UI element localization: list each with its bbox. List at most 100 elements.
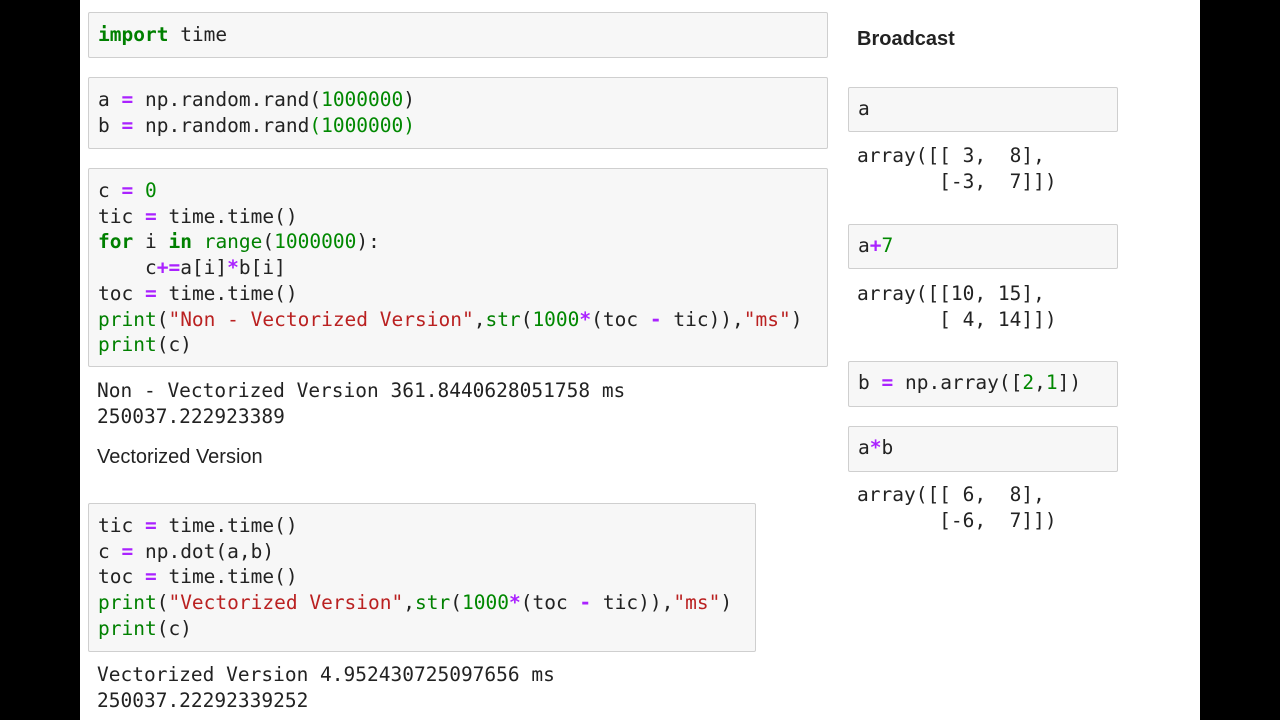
code-token: (1000000)	[309, 113, 416, 137]
code-token: for	[98, 230, 134, 254]
code-token: c	[98, 256, 157, 280]
code: import time	[98, 22, 818, 48]
code-token: print	[98, 591, 157, 615]
code-token: "ms"	[743, 307, 791, 331]
code-token: )	[403, 88, 416, 111]
code-token: 1000000	[321, 88, 404, 111]
code-token: 7	[881, 234, 894, 257]
code-token: tic	[98, 204, 145, 228]
code-token: c	[98, 179, 122, 202]
output-a-plus-7: array([[10, 15], [ 4, 14]])	[857, 282, 1057, 331]
code-line: c = 0	[98, 178, 818, 204]
code-token: c	[98, 539, 122, 563]
code-token: (c)	[156, 616, 192, 640]
code-token: "Vectorized Version"	[168, 591, 404, 615]
code-line: tic = time.time()	[98, 204, 818, 230]
code-cell-a[interactable]: a	[848, 87, 1118, 132]
code-line: c+=a[i]*b[i]	[98, 255, 818, 281]
code-token: *	[227, 256, 239, 280]
code-token: tic)),	[661, 307, 744, 331]
notebook-page: import time a = np.random.rand(1000000) b…	[80, 0, 1200, 720]
code-line: a+7	[858, 233, 1108, 259]
code-token: b[i]	[238, 256, 286, 280]
code-token: b	[881, 436, 894, 459]
code-token: print	[98, 307, 157, 331]
code-token: *	[508, 591, 521, 615]
code-cell-loop[interactable]: c = 0 tic = time.time() for i in range(100…	[88, 168, 828, 367]
code-line: import time	[98, 22, 818, 48]
code-line: print("Non - Vectorized Version",str(100…	[98, 307, 818, 333]
code-line: a	[858, 96, 1108, 122]
code-token: =	[144, 204, 157, 228]
code-token: (	[450, 591, 462, 615]
code-token: ):	[356, 230, 380, 254]
code-token: (	[156, 307, 169, 331]
code-token: -	[649, 307, 662, 331]
code-token: (toc	[520, 591, 580, 615]
code: a = np.random.rand(1000000) b = np.random…	[98, 87, 818, 138]
code-token: print	[98, 616, 157, 640]
code-cell-a-times-b[interactable]: a*b	[848, 426, 1118, 472]
code-token: time.time()	[156, 204, 298, 228]
code-line: for i in range(1000000):	[98, 229, 818, 255]
code-token: np.dot(a,b)	[133, 539, 275, 563]
code-token: ,	[1034, 371, 1046, 394]
code-line: c = np.dot(a,b)	[98, 539, 746, 565]
code-line: b = np.random.rand(1000000)	[98, 113, 818, 139]
code-token: =	[881, 371, 894, 394]
code-line: print("Vectorized Version",str(1000*(toc…	[98, 590, 746, 616]
code-token: =	[121, 539, 134, 563]
code: b = np.array([2,1])	[858, 370, 1108, 396]
code-line: a = np.random.rand(1000000)	[98, 87, 818, 113]
code-token: ,	[473, 307, 486, 331]
code-token: a	[98, 88, 122, 111]
code-token: tic)),	[591, 591, 674, 615]
code-token: a	[858, 97, 870, 120]
code-token: toc	[98, 565, 145, 589]
code-token: ])	[1057, 371, 1082, 394]
code-token: )	[720, 591, 733, 615]
code-token: 2	[1022, 371, 1035, 394]
code-token: *	[869, 436, 882, 459]
code: a	[858, 96, 1108, 122]
code-token: 1000	[532, 307, 580, 331]
code: a+7	[858, 233, 1108, 259]
code-token: time.time()	[156, 281, 298, 305]
code-cell-import[interactable]: import time	[88, 12, 828, 58]
code-line: b = np.array([2,1])	[858, 370, 1108, 396]
code-token: import	[98, 23, 169, 46]
code-token: range	[203, 230, 263, 254]
code-token: print	[98, 333, 157, 357]
code-token: time	[168, 23, 228, 46]
code-token: np.random.rand(	[133, 88, 322, 111]
code-cell-random[interactable]: a = np.random.rand(1000000) b = np.random…	[88, 77, 828, 149]
code-token: (c)	[156, 333, 192, 357]
output-a-times-b: array([[ 6, 8], [-6, 7]])	[857, 483, 1057, 532]
code-token: (	[520, 307, 533, 331]
code-token: a[i]	[180, 256, 228, 280]
code-token: str	[415, 591, 451, 615]
code-cell-dot[interactable]: tic = time.time() c = np.dot(a,b) toc = ti…	[88, 503, 756, 652]
output-a: array([[ 3, 8], [-3, 7]])	[857, 144, 1057, 193]
code-token: "Non - Vectorized Version"	[168, 307, 474, 331]
code-cell-a-plus-7[interactable]: a+7	[848, 224, 1118, 269]
code-cell-b[interactable]: b = np.array([2,1])	[848, 361, 1118, 407]
code-line: print(c)	[98, 332, 818, 358]
code-token: time.time()	[156, 514, 298, 537]
code-token: 1000000	[274, 230, 357, 254]
code-token: i	[133, 230, 169, 254]
output-non-vectorized: Non - Vectorized Version 361.84406280517…	[97, 379, 626, 428]
code-token: ,	[403, 591, 416, 615]
code-token: +=	[156, 256, 181, 280]
code-token: "ms"	[673, 591, 721, 615]
code: a*b	[858, 435, 1108, 461]
code-token: 1	[1045, 371, 1058, 394]
code-token: 1000	[462, 591, 509, 615]
code: tic = time.time() c = np.dot(a,b) toc = ti…	[98, 513, 746, 642]
code-line: toc = time.time()	[98, 564, 746, 590]
output-vectorized: Vectorized Version 4.952430725097656 ms …	[97, 663, 555, 712]
code-token: +	[869, 234, 882, 257]
code-token: toc	[98, 281, 145, 305]
